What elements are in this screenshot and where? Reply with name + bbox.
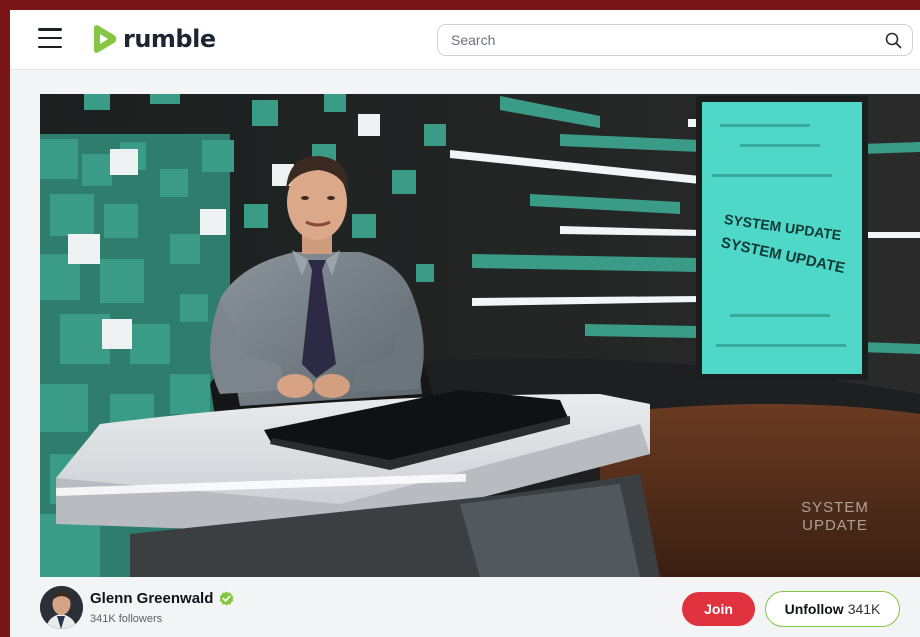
- video-frame: SYSTEM UPDATE SYSTEM UPDATE SYSTEM UPDAT…: [40, 94, 920, 577]
- unfollow-label: Unfollow: [784, 601, 844, 617]
- verified-icon: [220, 591, 234, 606]
- channel-name-text: Glenn Greenwald: [90, 590, 214, 607]
- avatar-image: [40, 586, 83, 629]
- channel-bar: Glenn Greenwald 341K followers Join Unfo…: [40, 586, 920, 637]
- rumble-logo[interactable]: rumble: [88, 23, 216, 55]
- video-player[interactable]: SYSTEM UPDATE SYSTEM UPDATE SYSTEM UPDAT…: [40, 94, 920, 577]
- follower-count: 341K followers: [90, 613, 163, 625]
- channel-name[interactable]: Glenn Greenwald: [90, 590, 234, 607]
- search-icon[interactable]: [885, 32, 902, 49]
- unfollow-count: 341K: [847, 601, 881, 617]
- search-input[interactable]: [438, 25, 868, 55]
- avatar[interactable]: [40, 586, 83, 629]
- rumble-logo-icon: [94, 25, 117, 53]
- join-button[interactable]: Join: [682, 592, 755, 626]
- watermark-line-1: SYSTEM: [801, 499, 869, 516]
- search-box: [437, 24, 913, 56]
- site-header: rumble: [10, 10, 920, 70]
- logo-text: rumble: [123, 25, 216, 53]
- browser-frame: rumble Search SYSTEM UPDATE SYSTEM UPDAT…: [10, 10, 920, 637]
- unfollow-button[interactable]: Unfollow 341K: [765, 591, 900, 627]
- watermark-line-2: UPDATE: [802, 517, 868, 534]
- menu-icon[interactable]: [38, 28, 62, 48]
